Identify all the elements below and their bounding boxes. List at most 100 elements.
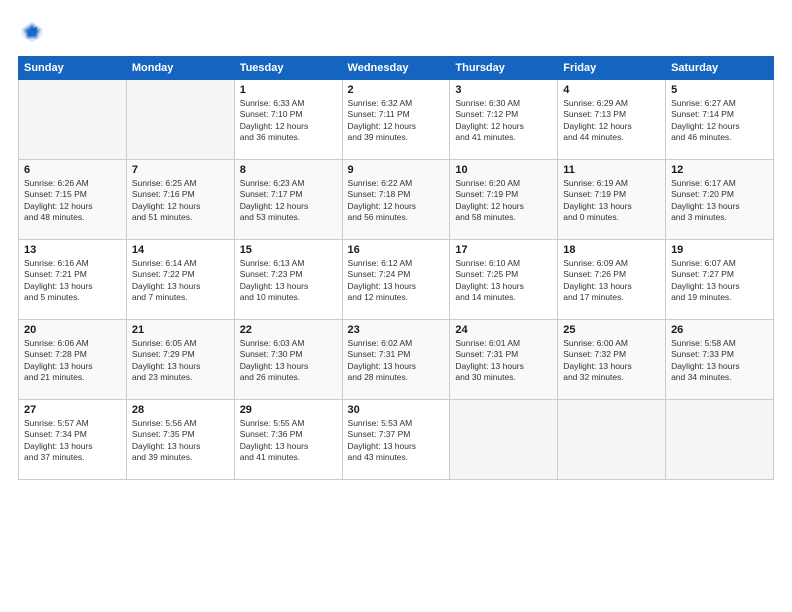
- day-info: Sunrise: 6:06 AM Sunset: 7:28 PM Dayligh…: [24, 338, 121, 384]
- day-info: Sunrise: 6:32 AM Sunset: 7:11 PM Dayligh…: [348, 98, 445, 144]
- calendar-cell: 24 Sunrise: 6:01 AM Sunset: 7:31 PM Dayli…: [450, 320, 558, 400]
- day-number: 22: [240, 324, 337, 336]
- day-info: Sunrise: 6:14 AM Sunset: 7:22 PM Dayligh…: [132, 258, 229, 304]
- calendar-cell: 11 Sunrise: 6:19 AM Sunset: 7:19 PM Dayli…: [558, 160, 666, 240]
- calendar-cell: 3Sunrise: 6:30 AM Sunset: 7:12 PM Daylig…: [450, 80, 558, 160]
- calendar-cell: 17 Sunrise: 6:10 AM Sunset: 7:25 PM Dayli…: [450, 240, 558, 320]
- calendar-page: SundayMondayTuesdayWednesdayThursdayFrid…: [0, 0, 792, 612]
- calendar-cell: 26Sunrise: 5:58 AM Sunset: 7:33 PM Dayli…: [666, 320, 774, 400]
- day-number: 6: [24, 164, 121, 176]
- weekday-header-sunday: Sunday: [19, 57, 127, 80]
- day-info: Sunrise: 6:30 AM Sunset: 7:12 PM Dayligh…: [455, 98, 552, 144]
- day-number: 28: [132, 404, 229, 416]
- logo: [18, 18, 50, 46]
- calendar-table: SundayMondayTuesdayWednesdayThursdayFrid…: [18, 56, 774, 480]
- day-number: 1: [240, 84, 337, 96]
- day-info: Sunrise: 6:22 AM Sunset: 7:18 PM Dayligh…: [348, 178, 445, 224]
- calendar-cell: 6 Sunrise: 6:26 AM Sunset: 7:15 PM Daylig…: [19, 160, 127, 240]
- calendar-cell: [126, 80, 234, 160]
- day-info: Sunrise: 6:19 AM Sunset: 7:19 PM Dayligh…: [563, 178, 660, 224]
- calendar-cell: 1 Sunrise: 6:33 AM Sunset: 7:10 PM Daylig…: [234, 80, 342, 160]
- day-number: 21: [132, 324, 229, 336]
- weekday-header-thursday: Thursday: [450, 57, 558, 80]
- weekday-header-tuesday: Tuesday: [234, 57, 342, 80]
- calendar-cell: 5 Sunrise: 6:27 AM Sunset: 7:14 PM Daylig…: [666, 80, 774, 160]
- calendar-cell: 29Sunrise: 5:55 AM Sunset: 7:36 PM Dayli…: [234, 400, 342, 480]
- calendar-cell: 10Sunrise: 6:20 AM Sunset: 7:19 PM Dayli…: [450, 160, 558, 240]
- day-number: 16: [348, 244, 445, 256]
- day-info: Sunrise: 6:02 AM Sunset: 7:31 PM Dayligh…: [348, 338, 445, 384]
- day-number: 14: [132, 244, 229, 256]
- calendar-week-row-1: 1 Sunrise: 6:33 AM Sunset: 7:10 PM Daylig…: [19, 80, 774, 160]
- day-number: 18: [563, 244, 660, 256]
- day-number: 9: [348, 164, 445, 176]
- day-number: 30: [348, 404, 445, 416]
- weekday-header-wednesday: Wednesday: [342, 57, 450, 80]
- day-number: 4: [563, 84, 660, 96]
- day-info: Sunrise: 5:57 AM Sunset: 7:34 PM Dayligh…: [24, 418, 121, 464]
- weekday-header-saturday: Saturday: [666, 57, 774, 80]
- calendar-cell: 19 Sunrise: 6:07 AM Sunset: 7:27 PM Dayli…: [666, 240, 774, 320]
- day-number: 5: [671, 84, 768, 96]
- day-number: 24: [455, 324, 552, 336]
- calendar-cell: 13 Sunrise: 6:16 AM Sunset: 7:21 PM Dayli…: [19, 240, 127, 320]
- day-info: Sunrise: 6:00 AM Sunset: 7:32 PM Dayligh…: [563, 338, 660, 384]
- calendar-cell: 27Sunrise: 5:57 AM Sunset: 7:34 PM Dayli…: [19, 400, 127, 480]
- logo-icon: [18, 18, 46, 46]
- weekday-header-monday: Monday: [126, 57, 234, 80]
- day-number: 2: [348, 84, 445, 96]
- calendar-thead: SundayMondayTuesdayWednesdayThursdayFrid…: [19, 57, 774, 80]
- day-info: Sunrise: 6:27 AM Sunset: 7:14 PM Dayligh…: [671, 98, 768, 144]
- day-number: 13: [24, 244, 121, 256]
- day-info: Sunrise: 6:13 AM Sunset: 7:23 PM Dayligh…: [240, 258, 337, 304]
- calendar-tbody: 1 Sunrise: 6:33 AM Sunset: 7:10 PM Daylig…: [19, 80, 774, 480]
- calendar-week-row-4: 20 Sunrise: 6:06 AM Sunset: 7:28 PM Dayli…: [19, 320, 774, 400]
- calendar-cell: 15 Sunrise: 6:13 AM Sunset: 7:23 PM Dayli…: [234, 240, 342, 320]
- calendar-cell: 12 Sunrise: 6:17 AM Sunset: 7:20 PM Dayli…: [666, 160, 774, 240]
- day-number: 26: [671, 324, 768, 336]
- calendar-cell: 9 Sunrise: 6:22 AM Sunset: 7:18 PM Daylig…: [342, 160, 450, 240]
- day-number: 15: [240, 244, 337, 256]
- day-number: 19: [671, 244, 768, 256]
- weekday-header-friday: Friday: [558, 57, 666, 80]
- day-number: 11: [563, 164, 660, 176]
- calendar-cell: 25Sunrise: 6:00 AM Sunset: 7:32 PM Dayli…: [558, 320, 666, 400]
- calendar-cell: 28 Sunrise: 5:56 AM Sunset: 7:35 PM Dayli…: [126, 400, 234, 480]
- calendar-week-row-2: 6 Sunrise: 6:26 AM Sunset: 7:15 PM Daylig…: [19, 160, 774, 240]
- calendar-cell: 18Sunrise: 6:09 AM Sunset: 7:26 PM Dayli…: [558, 240, 666, 320]
- day-number: 12: [671, 164, 768, 176]
- day-info: Sunrise: 6:20 AM Sunset: 7:19 PM Dayligh…: [455, 178, 552, 224]
- calendar-cell: 16Sunrise: 6:12 AM Sunset: 7:24 PM Dayli…: [342, 240, 450, 320]
- calendar-cell: 30 Sunrise: 5:53 AM Sunset: 7:37 PM Dayli…: [342, 400, 450, 480]
- calendar-cell: 4 Sunrise: 6:29 AM Sunset: 7:13 PM Daylig…: [558, 80, 666, 160]
- day-info: Sunrise: 6:16 AM Sunset: 7:21 PM Dayligh…: [24, 258, 121, 304]
- calendar-week-row-5: 27Sunrise: 5:57 AM Sunset: 7:34 PM Dayli…: [19, 400, 774, 480]
- calendar-cell: 20 Sunrise: 6:06 AM Sunset: 7:28 PM Dayli…: [19, 320, 127, 400]
- day-info: Sunrise: 6:26 AM Sunset: 7:15 PM Dayligh…: [24, 178, 121, 224]
- day-info: Sunrise: 6:29 AM Sunset: 7:13 PM Dayligh…: [563, 98, 660, 144]
- calendar-cell: 2 Sunrise: 6:32 AM Sunset: 7:11 PM Daylig…: [342, 80, 450, 160]
- calendar-cell: 21 Sunrise: 6:05 AM Sunset: 7:29 PM Dayli…: [126, 320, 234, 400]
- day-info: Sunrise: 6:33 AM Sunset: 7:10 PM Dayligh…: [240, 98, 337, 144]
- calendar-header: [18, 18, 774, 46]
- day-info: Sunrise: 5:53 AM Sunset: 7:37 PM Dayligh…: [348, 418, 445, 464]
- day-number: 17: [455, 244, 552, 256]
- day-info: Sunrise: 5:56 AM Sunset: 7:35 PM Dayligh…: [132, 418, 229, 464]
- calendar-week-row-3: 13 Sunrise: 6:16 AM Sunset: 7:21 PM Dayli…: [19, 240, 774, 320]
- day-info: Sunrise: 6:23 AM Sunset: 7:17 PM Dayligh…: [240, 178, 337, 224]
- calendar-cell: 23 Sunrise: 6:02 AM Sunset: 7:31 PM Dayli…: [342, 320, 450, 400]
- day-info: Sunrise: 6:17 AM Sunset: 7:20 PM Dayligh…: [671, 178, 768, 224]
- calendar-cell: 14 Sunrise: 6:14 AM Sunset: 7:22 PM Dayli…: [126, 240, 234, 320]
- weekday-header-row: SundayMondayTuesdayWednesdayThursdayFrid…: [19, 57, 774, 80]
- day-info: Sunrise: 6:05 AM Sunset: 7:29 PM Dayligh…: [132, 338, 229, 384]
- calendar-cell: [558, 400, 666, 480]
- day-info: Sunrise: 6:07 AM Sunset: 7:27 PM Dayligh…: [671, 258, 768, 304]
- day-info: Sunrise: 6:10 AM Sunset: 7:25 PM Dayligh…: [455, 258, 552, 304]
- calendar-cell: [666, 400, 774, 480]
- calendar-cell: 7Sunrise: 6:25 AM Sunset: 7:16 PM Daylig…: [126, 160, 234, 240]
- day-info: Sunrise: 6:25 AM Sunset: 7:16 PM Dayligh…: [132, 178, 229, 224]
- day-number: 23: [348, 324, 445, 336]
- day-info: Sunrise: 6:01 AM Sunset: 7:31 PM Dayligh…: [455, 338, 552, 384]
- day-number: 20: [24, 324, 121, 336]
- day-number: 8: [240, 164, 337, 176]
